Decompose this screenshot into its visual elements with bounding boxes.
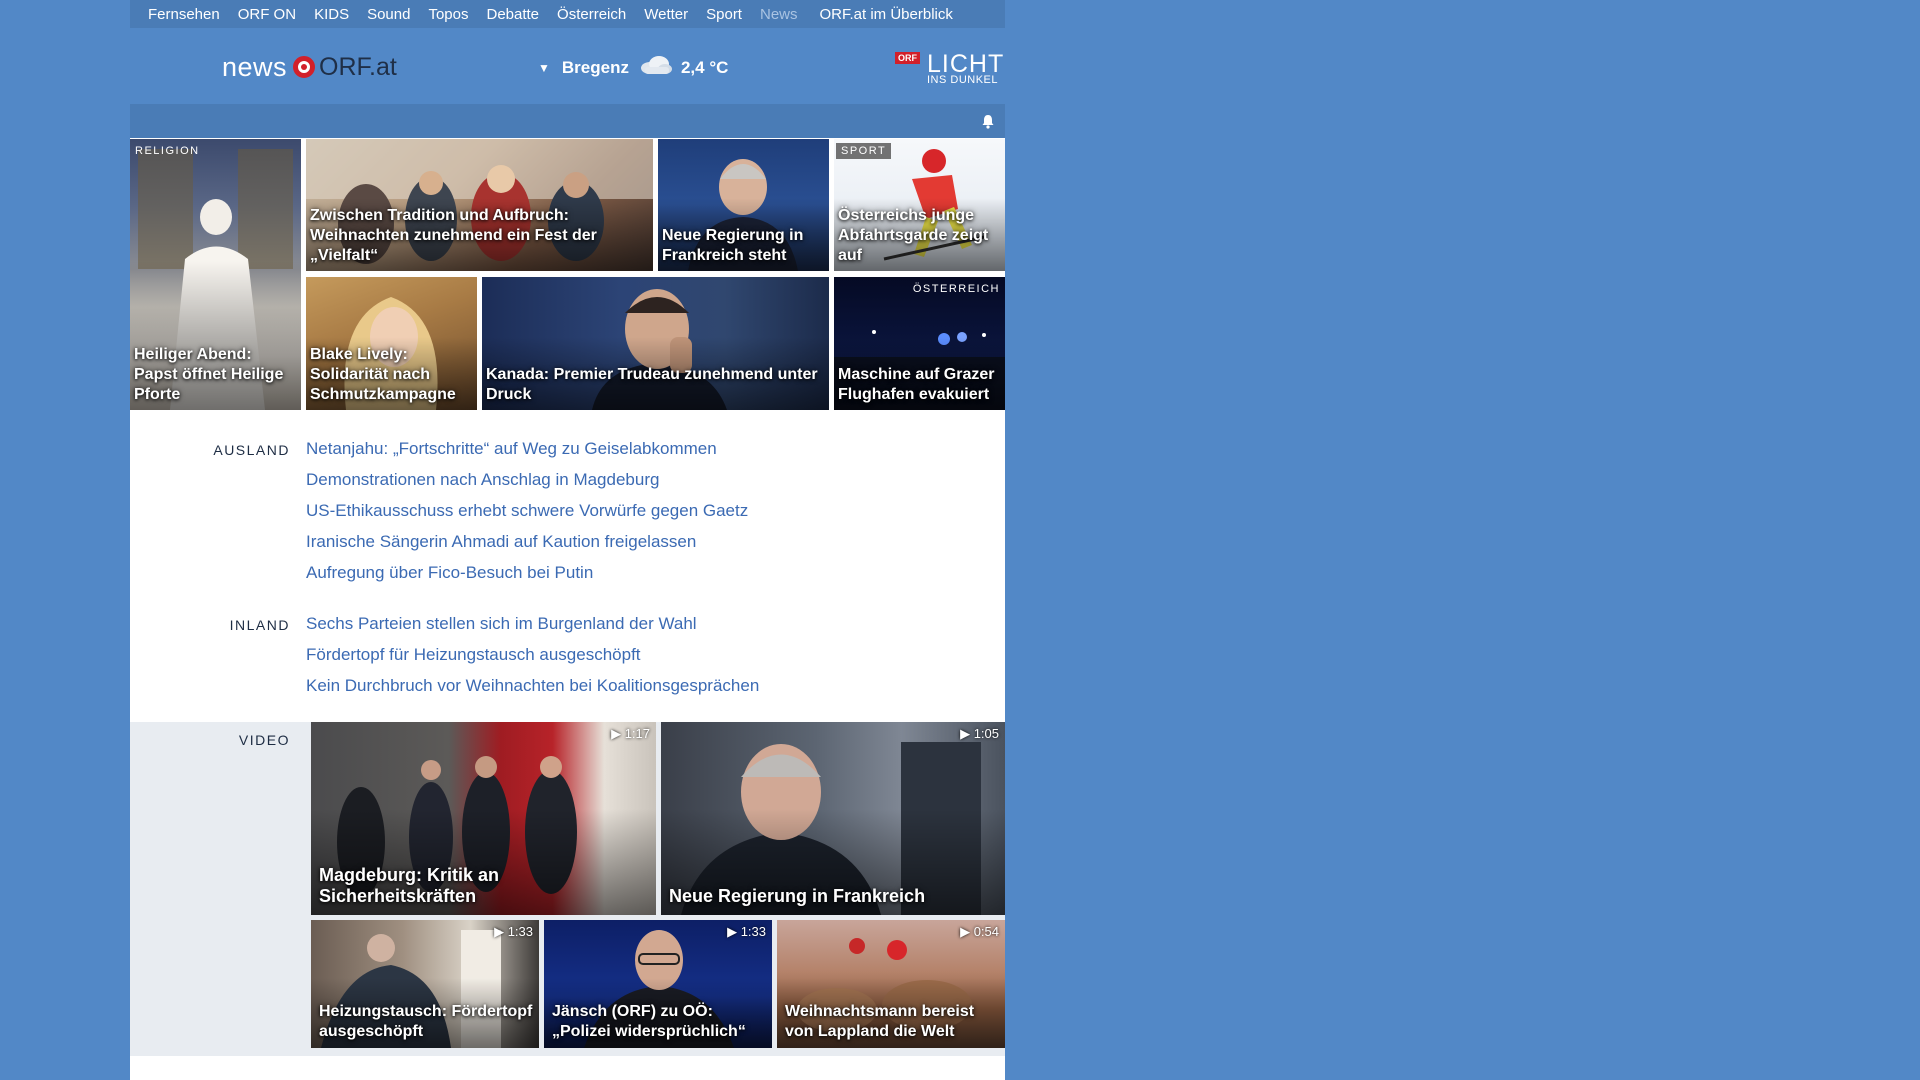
nav-orf-on[interactable]: ORF ON <box>238 6 296 23</box>
video-duration: 1:33 <box>507 924 533 939</box>
triangle-down-icon: ▼ <box>538 60 550 75</box>
nav-debatte[interactable]: Debatte <box>486 6 539 23</box>
section-label-ausland: AUSLAND <box>213 442 290 458</box>
story-tile-graz[interactable]: ÖSTERREICH Maschine auf Grazer Flughafen… <box>834 277 1005 410</box>
notification-bar <box>130 104 1005 138</box>
orf-ring-icon <box>293 56 316 78</box>
section-label-inland: INLAND <box>229 617 290 633</box>
video-caption: Neue Regierung in Frankreich <box>669 886 926 906</box>
video-caption: Jänsch (ORF) zu OÖ: „Polizei widersprüch… <box>552 1003 746 1040</box>
nav-topos[interactable]: Topos <box>428 6 468 23</box>
video-tile-frankreich[interactable]: ▶ 1:05 Neue Regierung in Frankreich <box>661 722 1005 915</box>
tile-caption: Heiliger Abend: Papst öffnet Heilige Pfo… <box>134 346 284 403</box>
story-link[interactable]: Fördertopf für Heizungstausch ausgeschöp… <box>306 645 641 665</box>
tile-caption: Blake Lively: Solidarität nach Schmutzka… <box>310 346 456 403</box>
video-caption: Magdeburg: Kritik an Sicherheitskräften <box>319 865 500 906</box>
tile-caption: Zwischen Tradition und Aufbruch: Weihnac… <box>310 207 597 264</box>
tile-caption: Kanada: Premier Trudeau zunehmend unter … <box>486 366 818 403</box>
page-frame: Fernsehen ORF ON KIDS Sound Topos Debatt… <box>130 0 1005 1080</box>
orf-top-navigation: Fernsehen ORF ON KIDS Sound Topos Debatt… <box>130 0 1005 28</box>
weather-location: Bregenz <box>561 57 629 77</box>
story-tile-papst[interactable]: RELIGION Heiliger Abend: Papst öffnet He… <box>130 139 301 410</box>
story-link[interactable]: Sechs Parteien stellen sich im Burgenlan… <box>306 614 697 634</box>
story-tile-abfahrt[interactable]: SPORT Österreichs junge Abfahrtsgarde ze… <box>834 139 1005 271</box>
video-tile-jaensch[interactable]: ▶ 1:33 Jänsch (ORF) zu OÖ: „Polizei wide… <box>544 920 772 1048</box>
licht-subtitle: INS DUNKEL <box>927 74 999 86</box>
play-icon: ▶ 1:33 <box>494 924 533 939</box>
story-link[interactable]: Iranische Sängerin Ahmadi auf Kaution fr… <box>306 532 696 552</box>
section-label-video: VIDEO <box>238 732 290 748</box>
nav-kids[interactable]: KIDS <box>314 6 349 23</box>
nav-news[interactable]: News <box>760 6 798 23</box>
video-caption: Weihnachtsmann bereist von Lappland die … <box>785 1003 975 1040</box>
site-header: news ORF.at ▼ Bregenz 2,4 °C ORF LICHT I… <box>130 28 1005 104</box>
play-icon: ▶ 1:17 <box>611 726 650 741</box>
tile-caption: Österreichs junge Abfahrtsgarde zeigt au… <box>838 207 989 264</box>
news-orf-logo[interactable]: news ORF.at <box>222 50 397 84</box>
video-duration: 1:33 <box>740 924 766 939</box>
nav-sport[interactable]: Sport <box>706 6 742 23</box>
tag-religion: RELIGION <box>135 145 200 157</box>
story-link[interactable]: Netanjahu: „Fortschritte“ auf Weg zu Gei… <box>306 439 717 459</box>
tag-sport: SPORT <box>836 143 892 159</box>
nav-fernsehen[interactable]: Fernsehen <box>148 6 220 23</box>
story-link[interactable]: US-Ethikausschuss erhebt schwere Vorwürf… <box>306 501 748 521</box>
story-tile-lively[interactable]: Blake Lively: Solidarität nach Schmutzka… <box>306 277 477 410</box>
nav-oesterreich[interactable]: Österreich <box>557 6 626 23</box>
nav-wetter[interactable]: Wetter <box>644 6 688 23</box>
logo-news-text: news <box>222 51 288 82</box>
video-duration: 1:17 <box>624 726 650 741</box>
nav-orf-overview[interactable]: ORF.at im Überblick <box>820 6 953 23</box>
video-duration: 1:05 <box>973 726 999 741</box>
story-tile-trudeau[interactable]: Kanada: Premier Trudeau zunehmend unter … <box>482 277 829 410</box>
play-icon: ▶ 0:54 <box>960 924 999 939</box>
weather-temperature: 2,4 °C <box>680 57 729 77</box>
play-icon: ▶ 1:33 <box>727 924 766 939</box>
cloud-icon <box>639 55 673 80</box>
story-tile-weihnachten[interactable]: Zwischen Tradition und Aufbruch: Weihnac… <box>306 139 653 271</box>
video-duration: 0:54 <box>973 924 999 939</box>
tag-oesterreich: ÖSTERREICH <box>912 283 1000 295</box>
main-content: RELIGION Heiliger Abend: Papst öffnet He… <box>130 138 1005 1080</box>
video-tile-heizung[interactable]: ▶ 1:33 Heizungstausch: Fördertopf ausges… <box>311 920 539 1048</box>
video-tile-weihnachtsmann[interactable]: ▶ 0:54 Weihnachtsmann bereist von Lappla… <box>777 920 1005 1048</box>
tile-caption: Neue Regierung in Frankreich steht <box>662 227 804 264</box>
licht-ins-dunkel-logo[interactable]: ORF LICHT INS DUNKEL <box>895 50 1005 86</box>
nav-sound[interactable]: Sound <box>367 6 410 23</box>
logo-orf-text: ORF.at <box>319 52 397 81</box>
tile-caption: Maschine auf Grazer Flughafen evakuiert <box>838 366 995 403</box>
video-tile-magdeburg[interactable]: ▶ 1:17 Magdeburg: Kritik an Sicherheitsk… <box>311 722 656 915</box>
story-tile-frankreich[interactable]: Neue Regierung in Frankreich steht <box>658 139 829 271</box>
play-icon: ▶ 1:05 <box>960 726 999 741</box>
video-caption: Heizungstausch: Fördertopf ausgeschöpft <box>319 1003 533 1040</box>
bell-icon[interactable] <box>981 114 995 134</box>
licht-orf-badge: ORF <box>895 52 920 64</box>
story-link[interactable]: Aufregung über Fico-Besuch bei Putin <box>306 563 593 583</box>
weather-widget[interactable]: ▼ Bregenz 2,4 °C <box>538 55 728 80</box>
story-link[interactable]: Kein Durchbruch vor Weihnachten bei Koal… <box>306 676 759 696</box>
story-link[interactable]: Demonstrationen nach Anschlag in Magdebu… <box>306 470 659 490</box>
